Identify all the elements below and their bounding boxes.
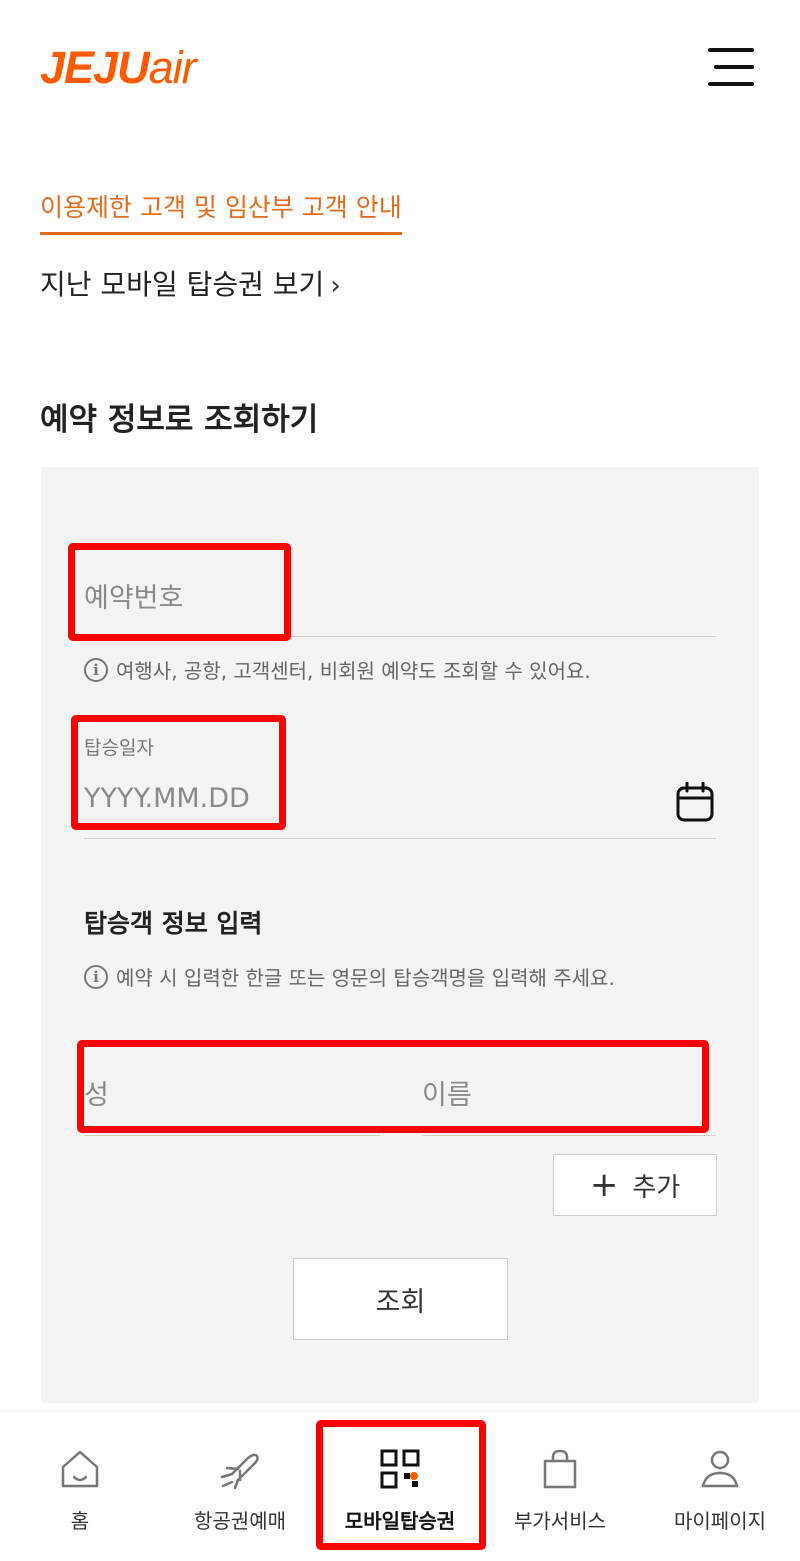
- reservation-number-input[interactable]: 예약번호: [84, 576, 183, 615]
- first-name-underline: [422, 1135, 716, 1136]
- nav-item-my-page[interactable]: 마이페이지: [640, 1411, 800, 1561]
- airplane-icon: [220, 1453, 259, 1490]
- nav-label-booking: 항공권예매: [194, 1509, 286, 1533]
- jejuair-logo[interactable]: JEJUair: [40, 42, 197, 94]
- restriction-notice-link[interactable]: 이용제한 고객 및 임산부 고객 안내: [40, 188, 402, 235]
- nav-label-my-page: 마이페이지: [674, 1509, 766, 1533]
- past-boarding-pass-link[interactable]: 지난 모바일 탑승권 보기 ›: [40, 263, 341, 303]
- boarding-date-label: 탑승일자: [84, 737, 154, 759]
- logo-text-sub: air: [148, 42, 197, 93]
- reservation-hint: i 여행사, 공항, 고객센터, 비회원 예약도 조회할 수 있어요.: [84, 655, 591, 684]
- past-boarding-pass-label: 지난 모바일 탑승권 보기: [40, 268, 325, 301]
- add-passenger-button[interactable]: + 추가: [553, 1154, 717, 1216]
- shopping-bag-icon: [543, 1449, 577, 1489]
- passenger-hint: i 예약 시 입력한 한글 또는 영문의 탑승객명을 입력해 주세요.: [84, 962, 615, 991]
- info-icon: i: [84, 964, 108, 989]
- first-name-input[interactable]: 이름: [422, 1073, 472, 1112]
- passenger-info-title: 탑승객 정보 입력: [84, 909, 263, 938]
- nav-item-booking[interactable]: 항공권예매: [160, 1411, 320, 1561]
- plus-icon: +: [589, 1165, 619, 1205]
- bottom-navigation: 홈 항공권예매 모바일탑승권 부가서비스 마이페이지: [0, 1410, 800, 1561]
- search-button[interactable]: 조회: [293, 1258, 508, 1340]
- chevron-right-icon: ›: [330, 271, 341, 301]
- section-title: 예약 정보로 조회하기: [40, 402, 319, 438]
- user-icon: [701, 1450, 739, 1488]
- nav-label-mobile-boarding-pass: 모바일탑승권: [344, 1509, 456, 1533]
- logo-text-main: JEJU: [40, 42, 150, 93]
- last-name-input[interactable]: 성: [84, 1073, 109, 1112]
- qr-code-icon: [380, 1449, 420, 1489]
- calendar-icon[interactable]: [676, 781, 714, 822]
- hamburger-menu-icon[interactable]: [708, 48, 756, 88]
- nav-item-additional-services[interactable]: 부가서비스: [480, 1411, 640, 1561]
- nav-item-mobile-boarding-pass[interactable]: 모바일탑승권: [320, 1411, 480, 1561]
- last-name-underline: [84, 1135, 380, 1136]
- reservation-number-underline: [84, 636, 716, 637]
- passenger-hint-text: 예약 시 입력한 한글 또는 영문의 탑승객명을 입력해 주세요.: [116, 966, 615, 990]
- add-passenger-label: 추가: [632, 1172, 681, 1203]
- boarding-date-underline: [84, 838, 716, 839]
- nav-label-additional-services: 부가서비스: [514, 1509, 606, 1533]
- reservation-hint-text: 여행사, 공항, 고객센터, 비회원 예약도 조회할 수 있어요.: [116, 659, 591, 683]
- home-icon: [61, 1450, 99, 1488]
- nav-item-home[interactable]: 홈: [0, 1411, 160, 1561]
- boarding-date-input[interactable]: YYYY.MM.DD: [84, 783, 250, 814]
- info-icon: i: [84, 657, 108, 682]
- nav-label-home: 홈: [70, 1509, 90, 1533]
